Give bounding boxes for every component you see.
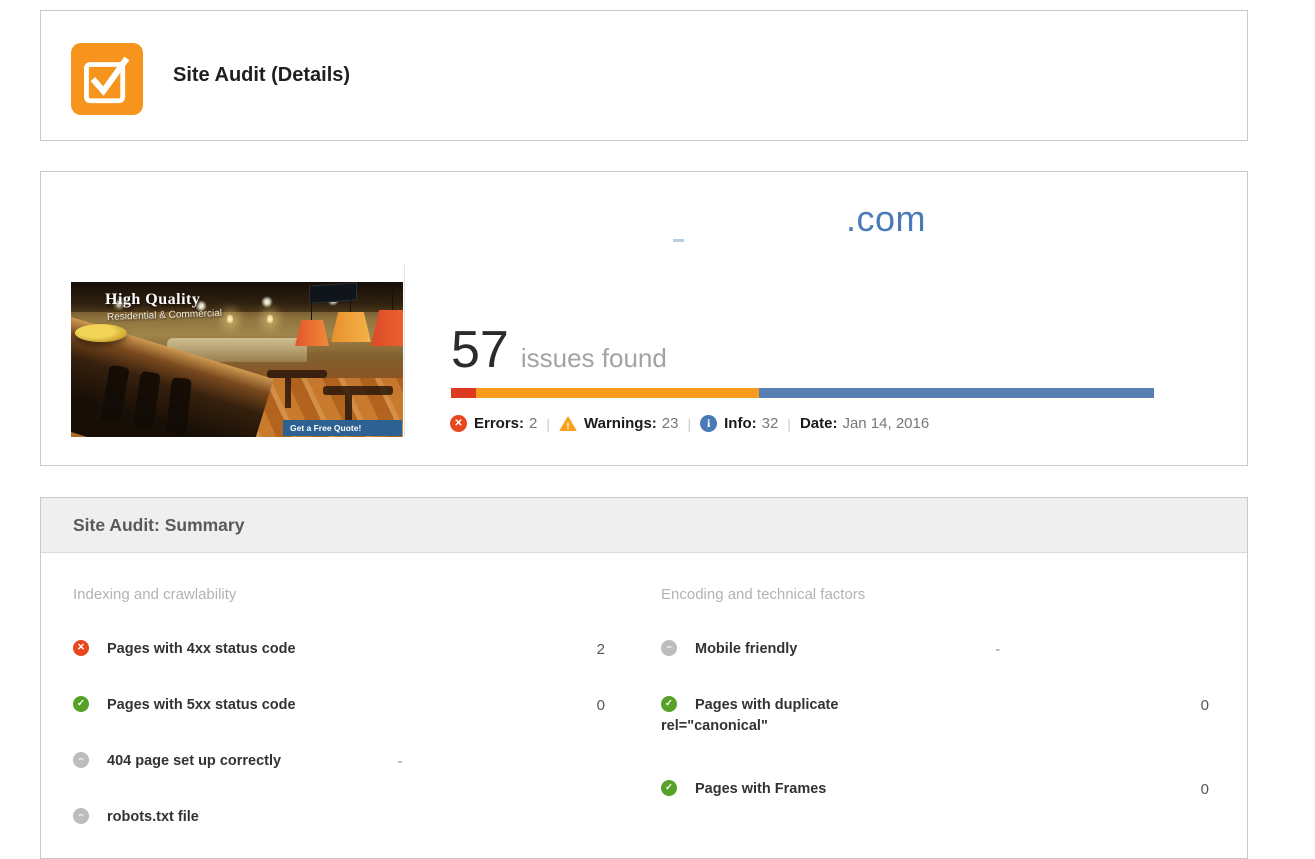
stat-value: 23 [661,415,679,432]
summary-item-value: 0 [1200,781,1209,798]
severity-segment-error [451,388,476,398]
stat-error: ✕ Errors: 2 [450,415,537,432]
summary-item-value: 0 [1200,697,1209,714]
checkbox-check-icon [84,56,130,104]
summary-item: ✓ Pages with duplicate rel="canonical" 0 [661,695,1209,743]
severity-segment-warning [475,388,760,398]
redacted-domain-mark [673,239,684,242]
photo-lamp [371,310,403,346]
error-circle-icon: ✕ [73,640,89,656]
photo-lamp [295,320,329,346]
photo-table [267,370,327,378]
summary-item-value: 2 [596,641,605,658]
site-audit-checkbox-icon [71,43,143,115]
summary-column-indexing: Indexing and crawlability ✕ Pages with 4xx… [73,552,605,827]
stat-label: Date: [799,415,838,432]
issues-label: issues found [520,343,667,373]
stat-value: 2 [529,415,538,432]
site-overview-card: High Quality Residential & Commercial Ge… [40,171,1248,466]
stat-value: Jan 14, 2016 [842,415,930,432]
summary-column-encoding: Encoding and technical factors − Mobile fr… [661,552,1209,799]
na-circle-icon: − [73,808,89,824]
stat-label: Errors: [474,415,525,432]
issues-found-headline: 57 issues found [451,322,667,378]
summary-item-label: Pages with Frames [695,781,827,797]
stat-warning: ! Warnings: 23 [559,415,678,432]
stat-value: 32 [761,415,779,432]
separator: | [546,415,551,432]
photo-light [267,314,273,324]
summary-item: ✓ Pages with Frames 0 [661,779,1209,799]
photo-lamp-cord [311,282,312,320]
separator: | [687,415,692,432]
photo-fruit-bowl [75,324,127,342]
website-screenshot-image: High Quality Residential & Commercial Ge… [71,282,403,437]
summary-item-label: Mobile friendly [695,641,798,657]
stat-label: Info: [724,415,757,432]
summary-item: ✓ Pages with 5xx status code 0 [73,695,605,715]
photo-table-leg [285,378,291,408]
summary-column-heading: Encoding and technical factors [661,586,866,603]
summary-item-value: - [397,753,403,770]
thumbnail-cta-banner: Get a Free Quote! [283,420,402,436]
summary-title: Site Audit: Summary [41,498,1247,553]
error-circle-icon: ✕ [450,415,467,432]
stat-date: Date: Jan 14, 2016 [800,415,929,432]
photo-table [323,386,393,395]
summary-item: − Mobile friendly - [661,639,1209,659]
summary-column-heading: Indexing and crawlability [73,586,237,603]
issues-count: 57 [451,321,509,379]
stat-label: Warnings: [584,415,657,432]
ok-circle-icon: ✓ [661,696,677,712]
summary-item-label: Pages with 5xx status code [107,697,296,713]
summary-item-value: 0 [596,697,605,714]
summary-item: − 404 page set up correctly - [73,751,605,771]
severity-segment-info [759,388,1154,398]
summary-item: − robots.txt file [73,807,605,827]
status-row: ✕ Errors: 2 |! Warnings: 23 | i Info: 32 | Date: Jan… [450,415,929,432]
ok-circle-icon: ✓ [661,780,677,796]
site-domain-link[interactable]: .com [846,198,926,240]
report-header-card: Site Audit (Details) [40,10,1248,141]
summary-item-label: Pages with duplicate rel="canonical" [661,697,839,734]
summary-item-label: 404 page set up correctly [107,753,282,769]
photo-lamp-cord [350,282,351,312]
info-circle-icon: i [700,415,718,432]
stat-info: i Info: 32 [700,415,778,432]
thumbnail-headline: High Quality [105,291,201,308]
photo-lamp-cord [392,282,393,310]
ok-circle-icon: ✓ [73,696,89,712]
photo-light [227,314,233,324]
photo-lamp [331,312,371,342]
na-circle-icon: − [73,752,89,768]
summary-item-value: - [995,641,1001,658]
site-thumbnail: High Quality Residential & Commercial Ge… [71,265,405,437]
severity-stacked-bar [451,388,1154,398]
page-title: Site Audit (Details) [173,64,351,86]
na-circle-icon: − [661,640,677,656]
summary-item-label: robots.txt file [107,809,199,825]
warning-triangle-icon: ! [559,416,578,431]
site-audit-summary-card: Site Audit: Summary Indexing and crawlab… [40,497,1248,859]
separator: | [787,415,791,432]
summary-item: ✕ Pages with 4xx status code 2 [73,639,605,659]
summary-item-label: Pages with 4xx status code [107,641,296,657]
